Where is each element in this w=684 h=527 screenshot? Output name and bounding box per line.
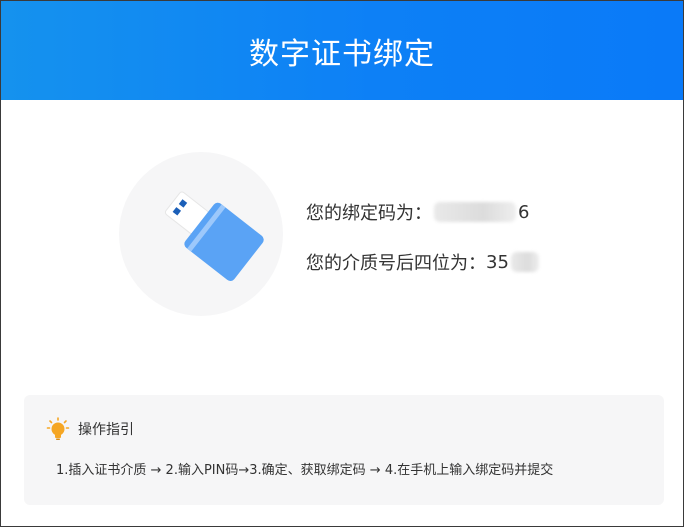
media-number-line: 您的介质号后四位为： 35 [306,249,541,275]
media-number-prefix: 35 [486,251,509,273]
dialog-header: 数字证书绑定 [1,1,683,100]
bind-code-label: 您的绑定码为： [306,203,432,224]
guide-steps: 1.插入证书介质 → 2.输入PIN码→3.确定、获取绑定码 → 4.在手机上输… [56,463,554,478]
guide-header: 操作指引 [46,417,134,441]
bind-code-suffix: 6 [518,201,530,223]
usb-key-icon [164,191,264,281]
lightbulb-icon [46,417,70,440]
usb-icon-container [119,152,283,316]
bind-code-masked [434,202,516,222]
guide-title: 操作指引 [78,422,134,438]
bind-code-line: 您的绑定码为： 6 [306,199,529,225]
operation-guide-panel: 操作指引 1.插入证书介质 → 2.输入PIN码→3.确定、获取绑定码 → 4.… [24,395,664,505]
media-number-masked [510,252,539,272]
certificate-binding-dialog: 数字证书绑定 您的绑定码为： 6 您的介质号后四位为： 35 操作指引 1.插入… [0,0,684,527]
dialog-title: 数字证书绑定 [249,36,435,72]
media-number-label: 您的介质号后四位为： [306,253,486,274]
